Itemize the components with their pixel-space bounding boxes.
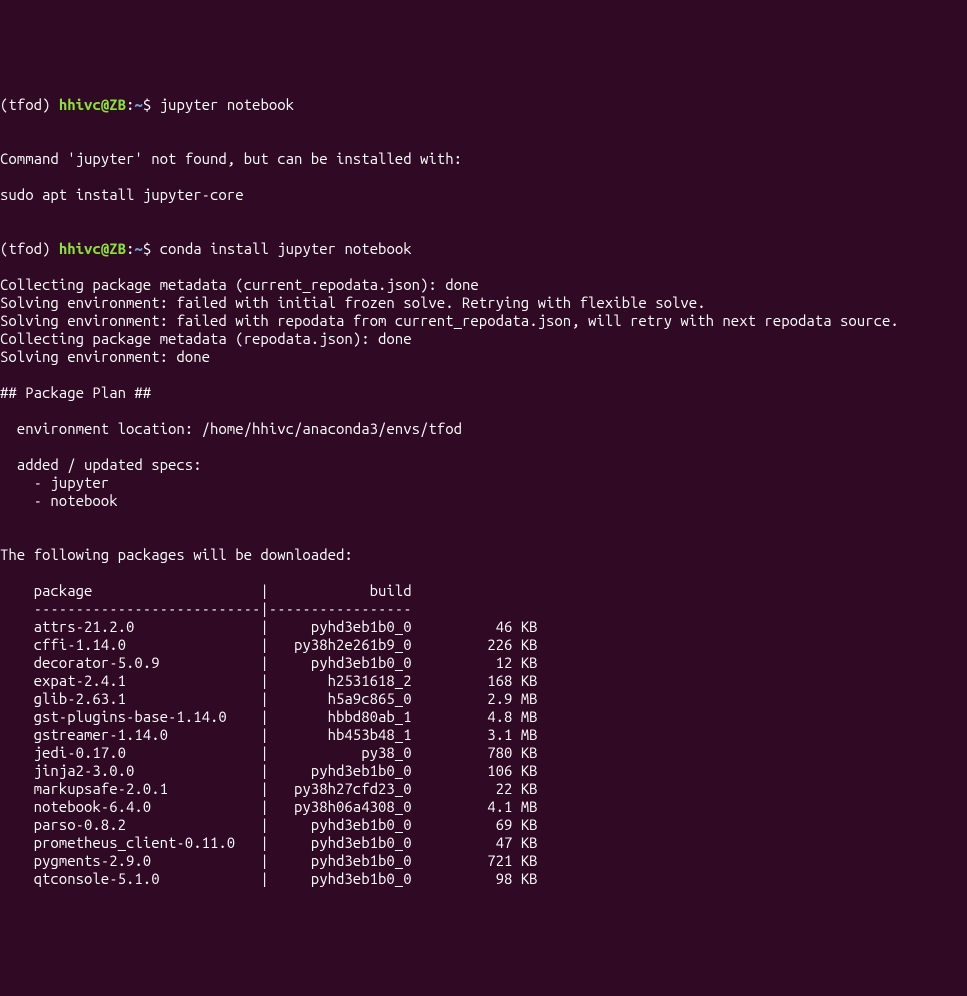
- output-line: jinja2-3.0.0 | pyhd3eb1b0_0 106 KB: [0, 762, 967, 780]
- output-line: Solving environment: failed with initial…: [0, 294, 967, 312]
- output-line: [0, 528, 967, 546]
- output-line: - notebook: [0, 492, 967, 510]
- output-line: markupsafe-2.0.1 | py38h27cfd23_0 22 KB: [0, 780, 967, 798]
- output-line: [0, 438, 967, 456]
- command-text: conda install jupyter notebook: [160, 240, 412, 257]
- env-name: (tfod): [0, 240, 59, 257]
- output-line: ## Package Plan ##: [0, 384, 967, 402]
- output-line: expat-2.4.1 | h2531618_2 168 KB: [0, 672, 967, 690]
- output-line: Solving environment: failed with repodat…: [0, 312, 967, 330]
- user-host: hhivc@ZB: [59, 240, 126, 257]
- output-line: gst-plugins-base-1.14.0 | hbbd80ab_1 4.8…: [0, 708, 967, 726]
- output-line: sudo apt install jupyter-core: [0, 186, 967, 204]
- output-line: [0, 564, 967, 582]
- output-line: decorator-5.0.9 | pyhd3eb1b0_0 12 KB: [0, 654, 967, 672]
- output-line: attrs-21.2.0 | pyhd3eb1b0_0 46 KB: [0, 618, 967, 636]
- output-line: [0, 366, 967, 384]
- output-line: [0, 168, 967, 186]
- output-line: [0, 402, 967, 420]
- output-line: cffi-1.14.0 | py38h2e261b9_0 226 KB: [0, 636, 967, 654]
- prompt-line-2: (tfod) hhivc@ZB:~$ conda install jupyter…: [0, 240, 967, 258]
- output-line: Collecting package metadata (repodata.js…: [0, 330, 967, 348]
- output-line: [0, 132, 967, 150]
- output-line: Collecting package metadata (current_rep…: [0, 276, 967, 294]
- output-line: prometheus_client-0.11.0 | pyhd3eb1b0_0 …: [0, 834, 967, 852]
- output-line: parso-0.8.2 | pyhd3eb1b0_0 69 KB: [0, 816, 967, 834]
- command-text: jupyter notebook: [160, 96, 294, 113]
- output-line: pygments-2.9.0 | pyhd3eb1b0_0 721 KB: [0, 852, 967, 870]
- env-name: (tfod): [0, 96, 59, 113]
- output-line: [0, 510, 967, 528]
- output-line: glib-2.63.1 | h5a9c865_0 2.9 MB: [0, 690, 967, 708]
- output-line: package | build: [0, 582, 967, 600]
- output-line: - jupyter: [0, 474, 967, 492]
- output-line: gstreamer-1.14.0 | hb453b48_1 3.1 MB: [0, 726, 967, 744]
- cwd-path: ~: [134, 240, 142, 257]
- output-line: Solving environment: done: [0, 348, 967, 366]
- output-line: Command 'jupyter' not found, but can be …: [0, 150, 967, 168]
- cwd-path: ~: [134, 96, 142, 113]
- output-line: [0, 204, 967, 222]
- output-line: qtconsole-5.1.0 | pyhd3eb1b0_0 98 KB: [0, 870, 967, 888]
- output-line: environment location: /home/hhivc/anacon…: [0, 420, 967, 438]
- output-line: ---------------------------|------------…: [0, 600, 967, 618]
- output-line: added / updated specs:: [0, 456, 967, 474]
- terminal-output[interactable]: (tfod) hhivc@ZB:~$ jupyter notebook Comm…: [0, 78, 967, 906]
- user-host: hhivc@ZB: [59, 96, 126, 113]
- output-line: jedi-0.17.0 | py38_0 780 KB: [0, 744, 967, 762]
- prompt-line-1: (tfod) hhivc@ZB:~$ jupyter notebook: [0, 96, 967, 114]
- output-line: notebook-6.4.0 | py38h06a4308_0 4.1 MB: [0, 798, 967, 816]
- output-line: The following packages will be downloade…: [0, 546, 967, 564]
